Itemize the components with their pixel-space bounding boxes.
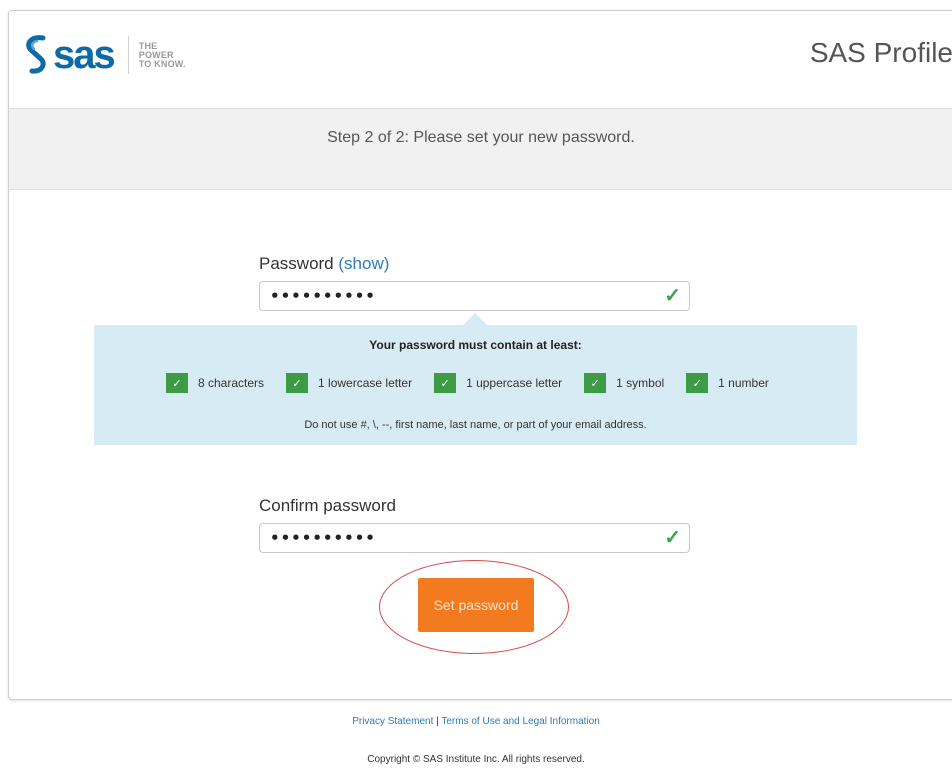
- show-password-link[interactable]: (show): [338, 254, 389, 273]
- requirements-pointer: [463, 313, 487, 325]
- requirements-list: ✓ 8 characters ✓ 1 lowercase letter ✓ 1 …: [166, 373, 791, 393]
- logo-tagline: THE POWER TO KNOW.: [138, 40, 186, 69]
- requirement-met-check-icon: ✓: [166, 373, 188, 393]
- requirement-item: ✓ 1 symbol: [584, 373, 664, 393]
- requirement-label: 1 uppercase letter: [466, 376, 563, 390]
- copyright: Copyright © SAS Institute Inc. All right…: [367, 754, 585, 765]
- password-requirements-panel: Your password must contain at least: ✓ 8…: [94, 325, 857, 445]
- requirement-item: ✓ 8 characters: [166, 373, 264, 393]
- sas-logo: sas THE POWER TO KNOW.: [23, 35, 186, 75]
- requirement-item: ✓ 1 lowercase letter: [286, 373, 412, 393]
- password-field[interactable]: ✓: [259, 281, 690, 311]
- confirm-password-input[interactable]: [260, 524, 650, 552]
- confirm-valid-check-icon: ✓: [664, 527, 681, 549]
- step-bar: Step 2 of 2: Please set your new passwor…: [9, 109, 952, 190]
- confirm-password-field[interactable]: ✓: [259, 523, 690, 553]
- requirement-label: 1 symbol: [616, 376, 665, 390]
- requirement-met-check-icon: ✓: [434, 373, 457, 393]
- sas-s-mark-icon: [26, 35, 46, 74]
- password-input[interactable]: [260, 282, 650, 310]
- logo-divider: [127, 36, 129, 74]
- requirement-item: ✓ 1 number: [686, 373, 769, 393]
- set-password-button[interactable]: Set password: [418, 578, 534, 632]
- page: sas THE POWER TO KNOW. SAS Profile Step …: [0, 0, 952, 768]
- requirement-item: ✓ 1 uppercase letter: [434, 373, 562, 393]
- footer-links: Privacy Statement | Terms of Use and Leg…: [0, 716, 952, 727]
- requirement-met-check-icon: ✓: [686, 373, 709, 393]
- confirm-password-label: Confirm password: [259, 496, 396, 515]
- privacy-statement-link[interactable]: Privacy Statement: [352, 716, 433, 727]
- requirement-met-check-icon: ✓: [584, 373, 607, 393]
- app-title: SAS Profile: [809, 37, 952, 68]
- terms-of-use-link[interactable]: Terms of Use and Legal Information: [441, 716, 599, 727]
- requirement-label: 8 characters: [198, 376, 265, 390]
- header: sas THE POWER TO KNOW. SAS Profile: [9, 11, 952, 109]
- requirements-title: Your password must contain at least:: [369, 338, 582, 352]
- requirements-note: Do not use #, \, --, first name, last na…: [304, 419, 647, 431]
- password-label: Password (show): [259, 254, 390, 273]
- step-text: Step 2 of 2: Please set your new passwor…: [327, 129, 635, 146]
- logo-wordmark: sas: [53, 33, 116, 77]
- requirement-label: 1 lowercase letter: [318, 376, 413, 390]
- requirement-label: 1 number: [718, 376, 769, 390]
- footer-separator: |: [436, 716, 439, 727]
- requirement-met-check-icon: ✓: [286, 373, 309, 393]
- password-valid-check-icon: ✓: [664, 285, 681, 307]
